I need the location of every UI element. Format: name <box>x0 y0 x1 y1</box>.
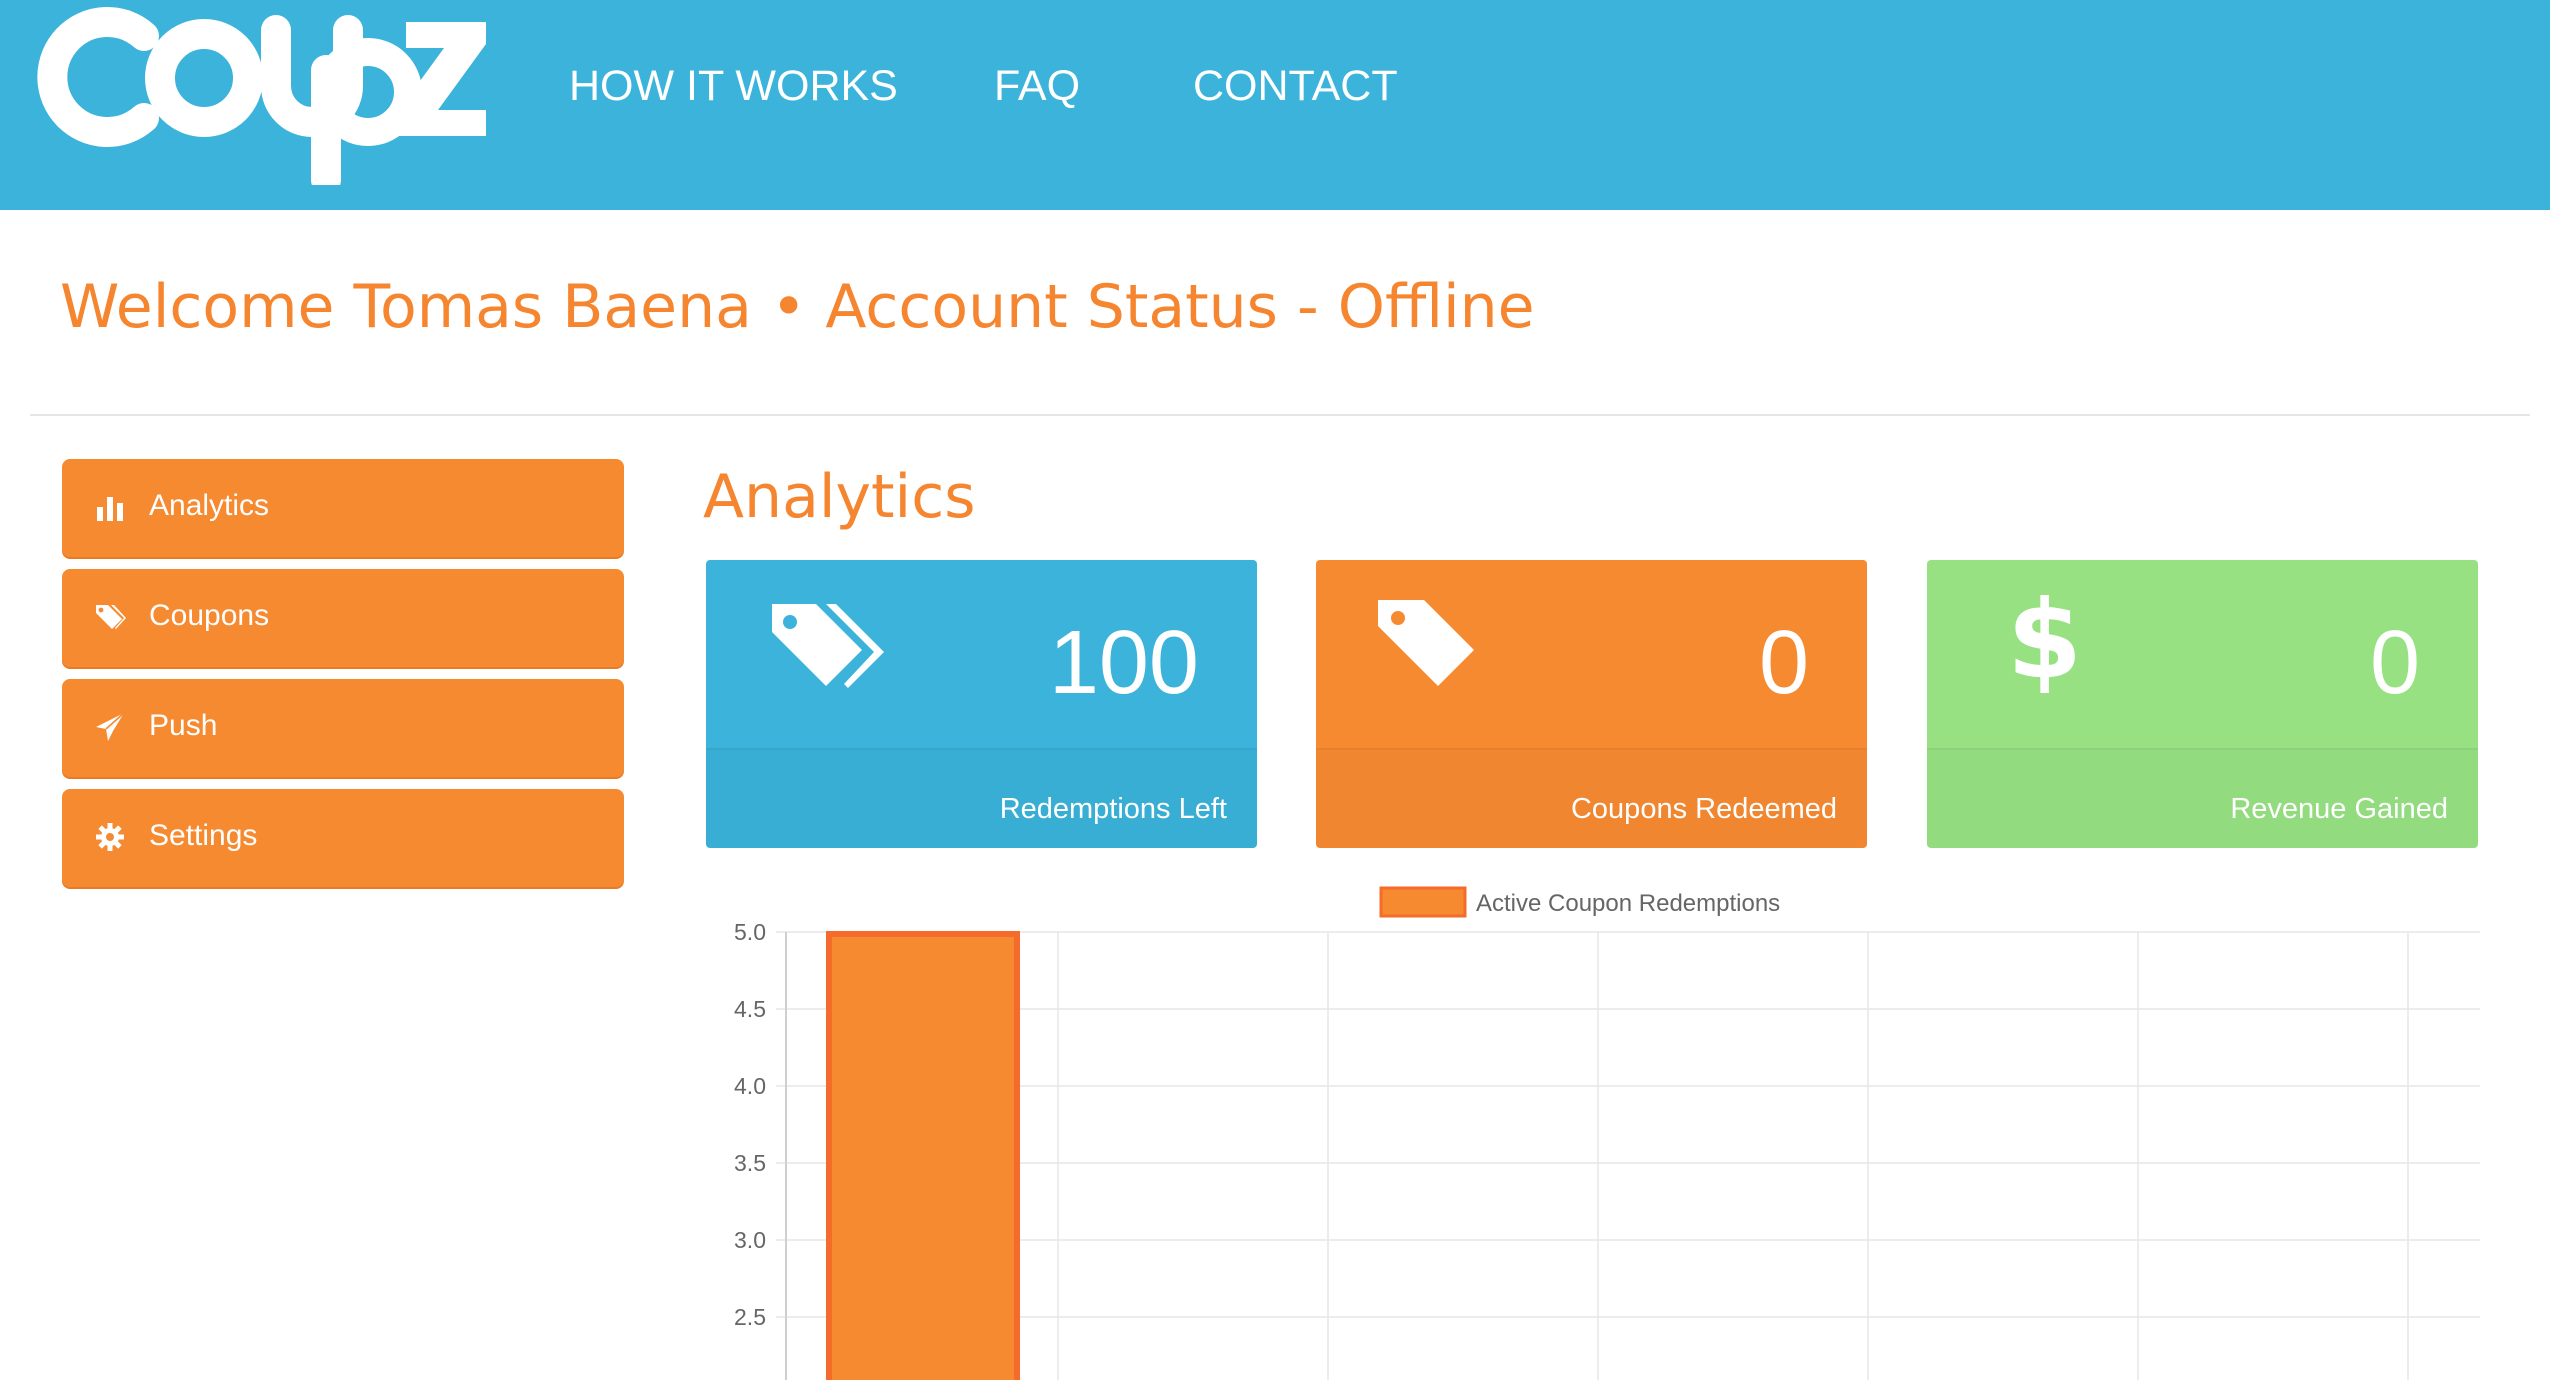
gear-icon <box>92 819 128 855</box>
bar <box>826 931 1020 1380</box>
dollar-icon: $ <box>2007 578 2083 703</box>
nav-contact[interactable]: CONTACT <box>1193 62 1398 111</box>
stat-label: Revenue Gained <box>2230 793 2448 825</box>
stat-value: 0 <box>1758 613 1809 713</box>
sidebar-item-push[interactable]: Push <box>62 679 624 777</box>
sidebar-item-analytics[interactable]: Analytics <box>62 459 624 557</box>
y-tick-label: 4.5 <box>734 996 766 1022</box>
coupz-logo[interactable]: coupz <box>26 0 486 185</box>
tags-icon <box>92 599 128 635</box>
nav-faq[interactable]: FAQ <box>994 62 1080 111</box>
legend-swatch <box>1379 886 1467 918</box>
top-navbar: coupz HOW IT WORKS FAQ CONTACT <box>0 0 2550 210</box>
coupz-logo-icon <box>37 7 486 185</box>
sidebar-item-label: Coupons <box>149 599 270 632</box>
redemptions-chart: Active Coupon Redemptions 5.0 4.5 4.0 3.5 3.0… <box>706 880 2486 1380</box>
sidebar-item-label: Analytics <box>149 489 270 522</box>
stat-value: 0 <box>2369 613 2420 713</box>
paper-plane-icon <box>92 709 128 745</box>
sidebar-item-label: Settings <box>149 819 258 852</box>
sidebar-item-label: Push <box>149 709 218 742</box>
stat-card-redemptions-left: 100 Redemptions Left <box>706 560 1257 848</box>
tags-icon <box>764 590 884 700</box>
bar-chart: Active Coupon Redemptions 5.0 4.5 4.0 3.5 3.0… <box>734 886 2480 1380</box>
y-tick-label: 2.5 <box>734 1304 766 1330</box>
y-tick-label: 5.0 <box>734 919 766 945</box>
nav-how-it-works[interactable]: HOW IT WORKS <box>569 62 898 111</box>
y-tick-label: 3.0 <box>734 1227 766 1253</box>
y-tick-label: 3.5 <box>734 1150 766 1176</box>
stat-card-revenue-gained: $ 0 Revenue Gained <box>1927 560 2478 848</box>
legend-label: Active Coupon Redemptions <box>1476 890 1780 917</box>
header-divider <box>30 414 2530 416</box>
stat-label: Coupons Redeemed <box>1570 793 1837 825</box>
y-tick-label: 4.0 <box>734 1073 766 1099</box>
bar-chart-icon <box>92 489 128 525</box>
stat-value: 100 <box>1048 613 1199 713</box>
analytics-title: Analytics <box>703 462 976 532</box>
stat-label: Redemptions Left <box>999 793 1227 825</box>
tag-icon <box>1374 590 1494 700</box>
stat-card-coupons-redeemed: 0 Coupons Redeemed <box>1316 560 1867 848</box>
welcome-status-heading: Welcome Tomas Baena • Account Status - O… <box>60 272 1535 342</box>
sidebar-item-coupons[interactable]: Coupons <box>62 569 624 667</box>
sidebar-item-settings[interactable]: Settings <box>62 789 624 887</box>
